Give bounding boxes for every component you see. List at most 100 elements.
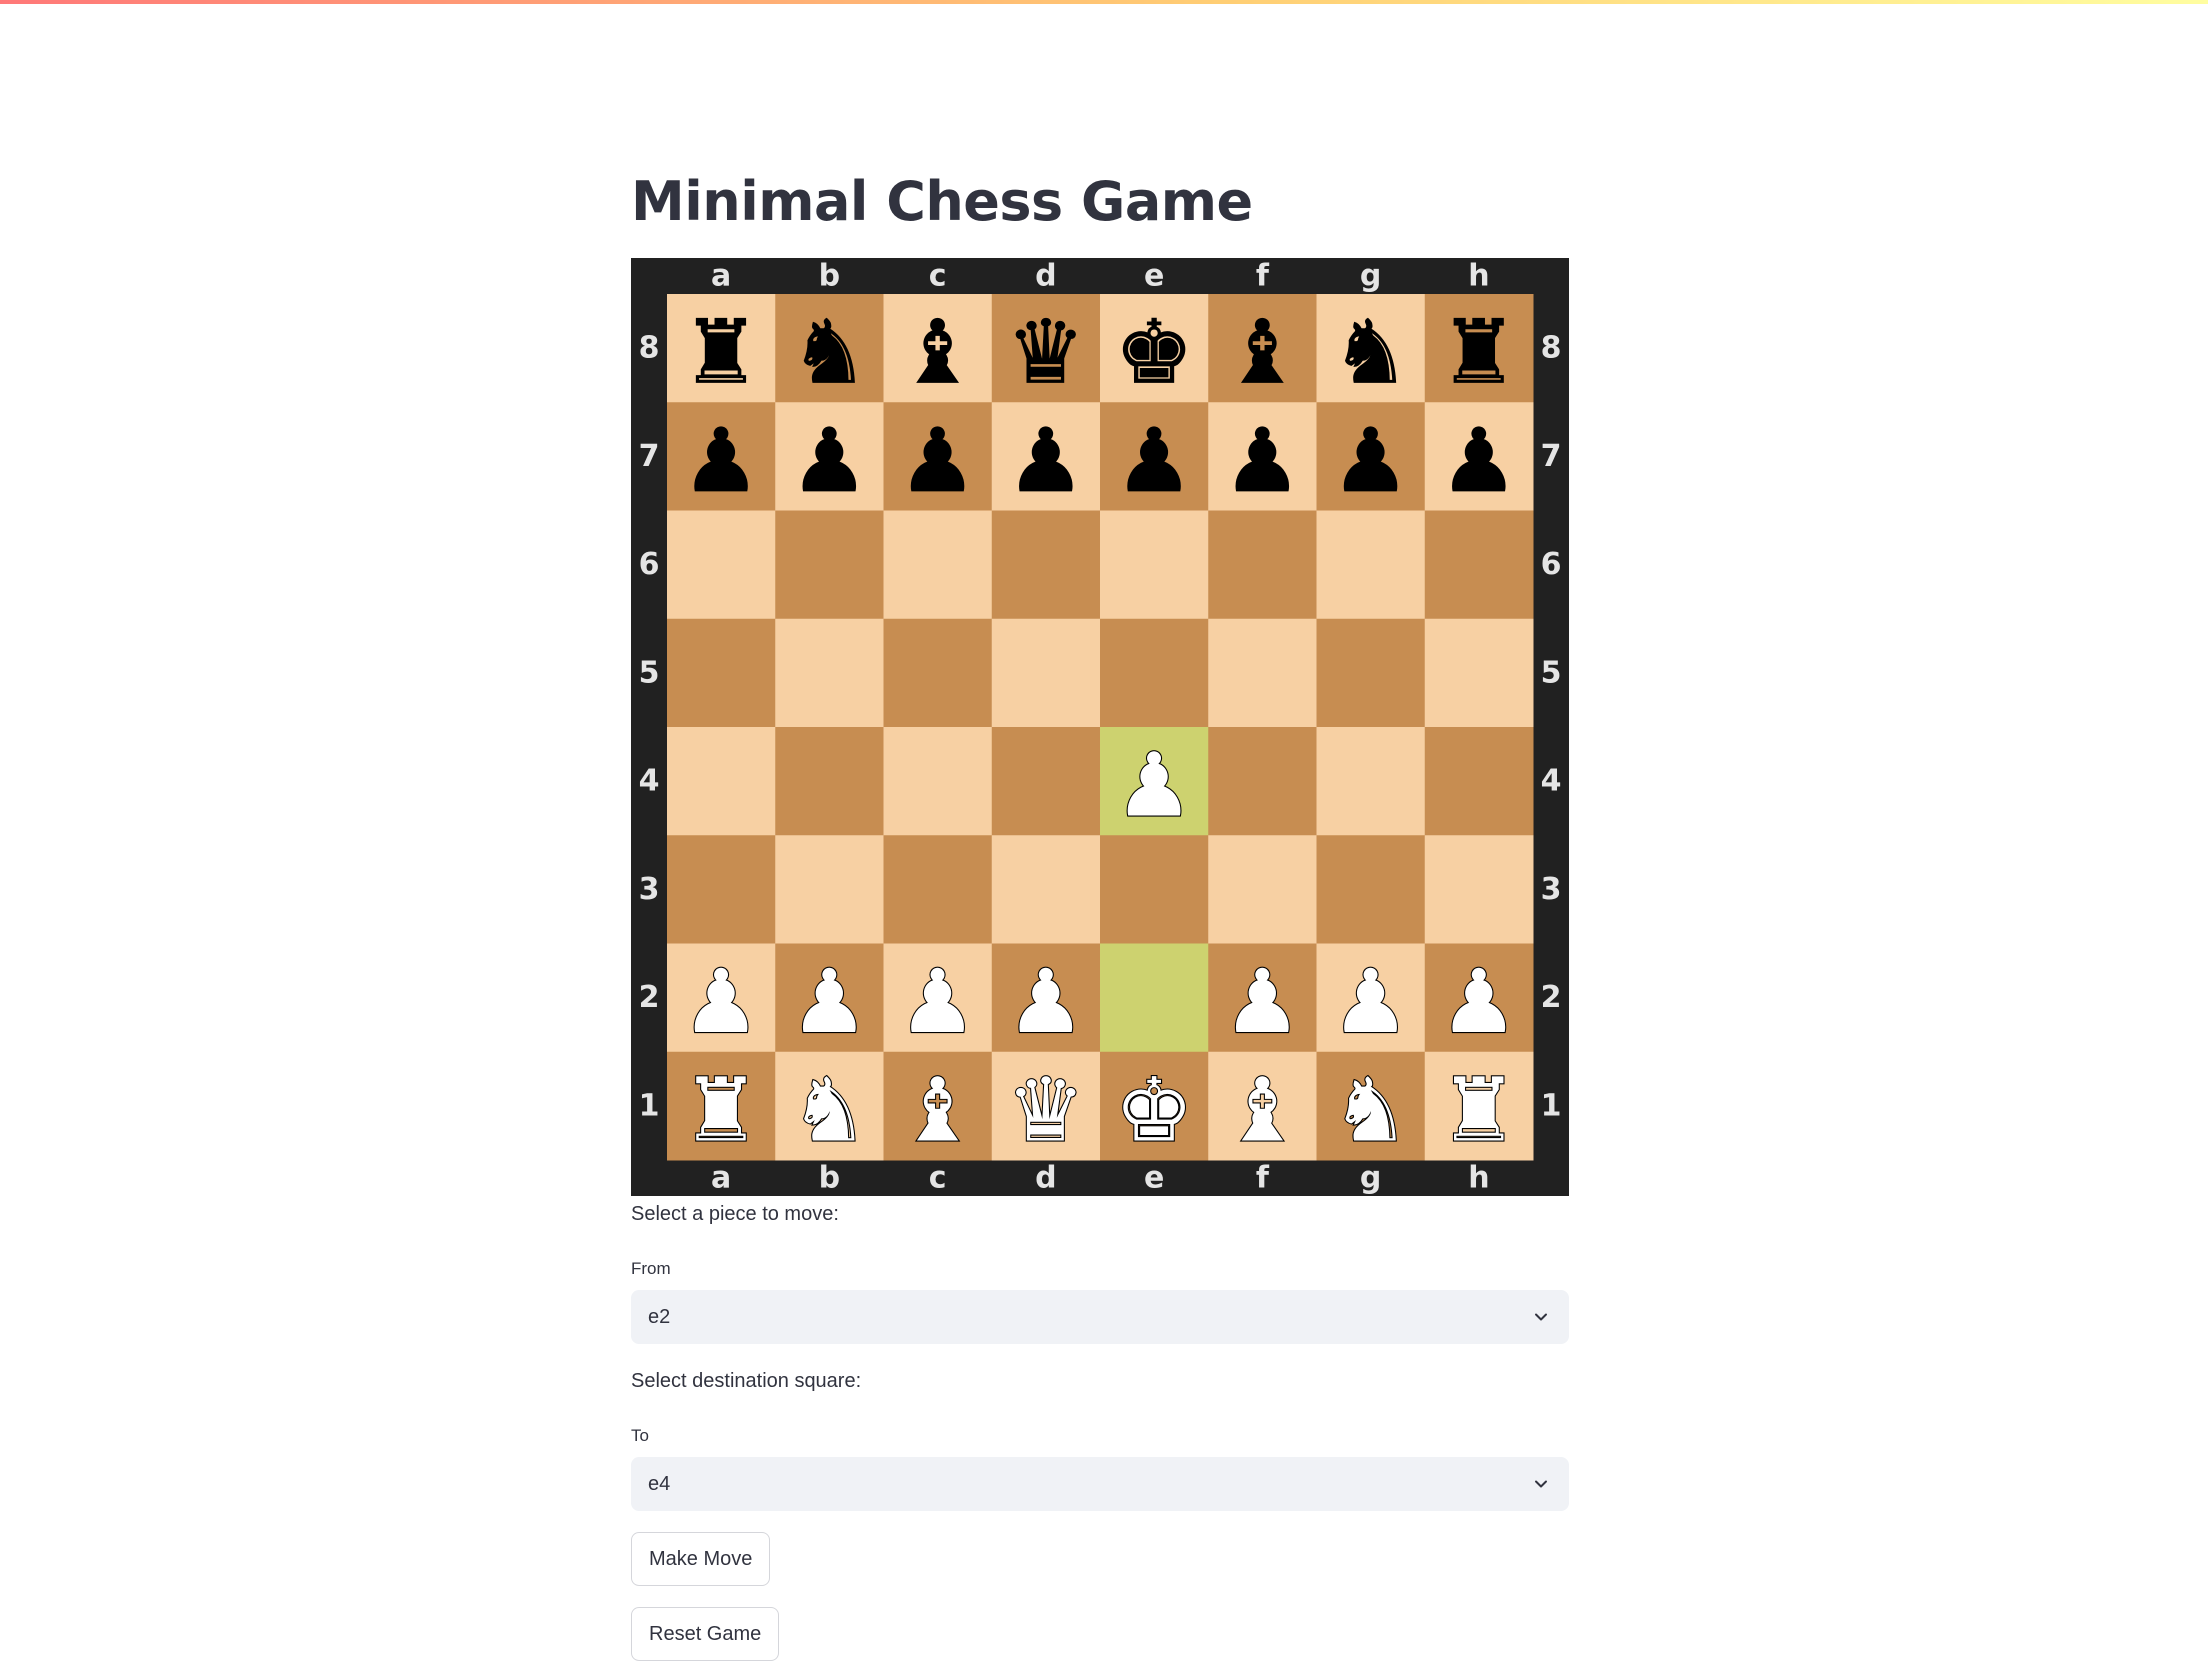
from-select-value: e2 (648, 1306, 671, 1328)
left-rank-label-7: 7 (639, 439, 660, 474)
top-file-label-c: c (929, 259, 947, 294)
white-queen-icon[interactable]: ♛ (1005, 1057, 1086, 1162)
square-g6[interactable] (1316, 510, 1426, 620)
square-f6[interactable] (1208, 510, 1317, 620)
top-file-label-f: f (1256, 259, 1270, 294)
bottom-file-label-e: e (1144, 1161, 1164, 1196)
square-g5[interactable] (1316, 618, 1426, 728)
square-c5[interactable] (883, 618, 993, 728)
left-rank-label-4: 4 (639, 764, 660, 799)
square-d5[interactable] (991, 618, 1101, 728)
black-knight-icon[interactable]: ♞ (790, 300, 870, 404)
right-rank-label-8: 8 (1541, 331, 1562, 366)
black-pawn-icon[interactable]: ♟ (1114, 408, 1194, 512)
top-file-label-g: g (1360, 259, 1381, 294)
square-a5[interactable] (667, 618, 776, 728)
square-h5[interactable] (1424, 618, 1534, 728)
to-label: To (631, 1426, 649, 1445)
bottom-file-label-c: c (929, 1161, 947, 1196)
white-pawn-icon[interactable]: ♟ (681, 949, 762, 1054)
square-b4[interactable] (775, 727, 884, 836)
top-decoration-bar (0, 0, 2208, 4)
left-rank-label-8: 8 (639, 331, 660, 366)
bottom-file-label-g: g (1360, 1161, 1381, 1196)
select-piece-caption: Select a piece to move: (631, 1203, 839, 1225)
square-h3[interactable] (1424, 835, 1534, 944)
to-select[interactable]: e4 (631, 1457, 1569, 1511)
square-c6[interactable] (883, 510, 993, 620)
square-e5[interactable] (1100, 618, 1209, 728)
square-b6[interactable] (775, 510, 884, 620)
square-g3[interactable] (1316, 835, 1426, 944)
black-bishop-icon[interactable]: ♝ (1223, 300, 1303, 404)
right-rank-label-7: 7 (1541, 439, 1562, 474)
right-rank-label-3: 3 (1541, 872, 1562, 907)
white-rook-icon[interactable]: ♜ (1438, 1057, 1519, 1162)
white-pawn-icon[interactable]: ♟ (789, 949, 870, 1054)
square-g4[interactable] (1316, 727, 1426, 836)
black-pawn-icon[interactable]: ♟ (1439, 408, 1519, 512)
white-bishop-icon[interactable]: ♝ (897, 1057, 978, 1162)
square-f3[interactable] (1208, 835, 1317, 944)
chevron-down-icon (1535, 1480, 1547, 1488)
white-pawn-icon[interactable]: ♟ (1222, 949, 1303, 1054)
white-knight-icon[interactable]: ♞ (1330, 1057, 1411, 1162)
square-d3[interactable] (991, 835, 1101, 944)
black-king-icon[interactable]: ♚ (1114, 300, 1194, 404)
square-d6[interactable] (991, 510, 1101, 620)
top-file-label-d: d (1035, 259, 1056, 294)
white-knight-icon[interactable]: ♞ (789, 1057, 870, 1162)
from-select[interactable]: e2 (631, 1290, 1569, 1344)
white-pawn-icon[interactable]: ♟ (1005, 949, 1086, 1054)
right-rank-label-1: 1 (1541, 1088, 1562, 1123)
from-label: From (631, 1259, 671, 1278)
white-rook-icon[interactable]: ♜ (681, 1057, 762, 1162)
black-pawn-icon[interactable]: ♟ (790, 408, 870, 512)
black-pawn-icon[interactable]: ♟ (1006, 408, 1086, 512)
left-rank-label-2: 2 (639, 980, 660, 1015)
square-b3[interactable] (775, 835, 884, 944)
black-rook-icon[interactable]: ♜ (681, 300, 761, 404)
square-a6[interactable] (667, 510, 776, 620)
black-queen-icon[interactable]: ♛ (1006, 300, 1086, 404)
square-c3[interactable] (883, 835, 993, 944)
square-e3[interactable] (1100, 835, 1209, 944)
square-e6[interactable] (1100, 510, 1209, 620)
square-a3[interactable] (667, 835, 776, 944)
right-rank-label-6: 6 (1541, 547, 1562, 582)
right-rank-label-4: 4 (1541, 764, 1562, 799)
white-pawn-icon[interactable]: ♟ (1114, 733, 1195, 838)
square-f5[interactable] (1208, 618, 1317, 728)
to-select-value: e4 (648, 1473, 671, 1495)
black-bishop-icon[interactable]: ♝ (898, 300, 978, 404)
black-pawn-icon[interactable]: ♟ (898, 408, 978, 512)
right-rank-label-2: 2 (1541, 980, 1562, 1015)
white-king-icon[interactable]: ♚ (1114, 1057, 1195, 1162)
chess-board-svg: ♜ ♞ ♝ ♛ ♚ ♝ ♞ ♜♟ ♟ ♟ ♟ ♟ ♟ ♟ ♟♟♟ ♟ ♟ ♟ ♟ ♟ ♟♜ ♞ ♝ ♛ ♚ ♝ ♞ ♜aabbccdd… (631, 258, 1569, 1196)
square-b5[interactable] (775, 618, 884, 728)
reset-game-button[interactable]: Reset Game (631, 1607, 780, 1661)
make-move-button[interactable]: Make Move (631, 1532, 771, 1586)
top-file-label-b: b (819, 259, 840, 294)
white-bishop-icon[interactable]: ♝ (1222, 1057, 1303, 1162)
white-pawn-icon[interactable]: ♟ (897, 949, 978, 1054)
white-pawn-icon[interactable]: ♟ (1438, 949, 1519, 1054)
black-pawn-icon[interactable]: ♟ (681, 408, 761, 512)
select-destination-caption: Select destination square: (631, 1370, 862, 1392)
black-knight-icon[interactable]: ♞ (1331, 300, 1411, 404)
left-rank-label-3: 3 (639, 872, 660, 907)
black-pawn-icon[interactable]: ♟ (1223, 408, 1303, 512)
square-e2[interactable] (1100, 943, 1209, 1053)
left-rank-label-1: 1 (639, 1088, 660, 1123)
black-rook-icon[interactable]: ♜ (1439, 300, 1519, 404)
top-file-label-a: a (711, 259, 731, 294)
bottom-file-label-f: f (1256, 1161, 1270, 1196)
square-a4[interactable] (667, 727, 776, 836)
square-d4[interactable] (991, 727, 1101, 836)
black-pawn-icon[interactable]: ♟ (1331, 408, 1411, 512)
square-c4[interactable] (883, 727, 993, 836)
square-f4[interactable] (1208, 727, 1317, 836)
white-pawn-icon[interactable]: ♟ (1330, 949, 1411, 1054)
square-h6[interactable] (1424, 510, 1534, 620)
square-h4[interactable] (1424, 727, 1534, 836)
